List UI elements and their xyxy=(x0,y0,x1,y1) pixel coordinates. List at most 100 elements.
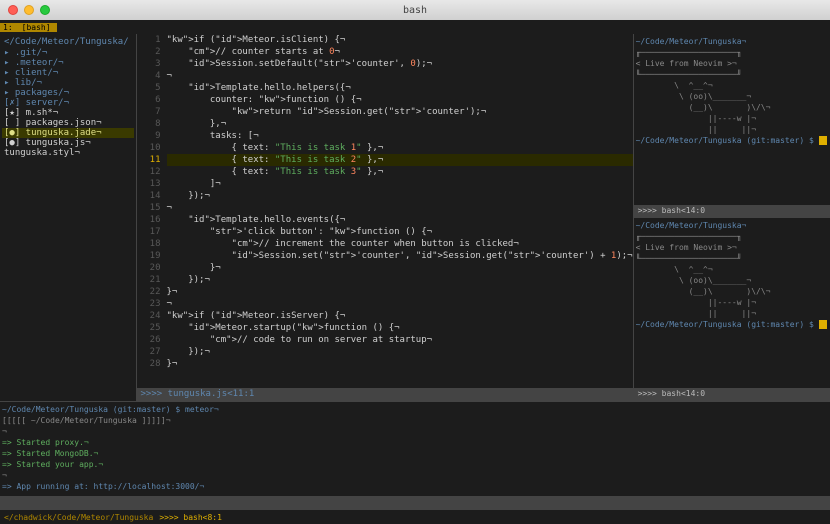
code-line[interactable]: "cm">// counter starts at 0¬ xyxy=(167,46,633,58)
folder-item[interactable]: ▸ client/¬ xyxy=(2,68,134,78)
right-column: ~/Code/Meteor/Tunguska¬ ╓───────────────… xyxy=(633,34,830,401)
cowsay-banner-line: ╓────────────────────╖ xyxy=(636,231,828,242)
line-number: 7 xyxy=(137,106,161,118)
maximize-button[interactable] xyxy=(40,5,50,15)
tmux-statusbar: </chadwick/Code/Meteor/Tunguska >>>> bas… xyxy=(0,510,830,524)
filetree-header: </Code/Meteor/Tunguska/ xyxy=(2,36,134,48)
editor-statusline: >>>> tunguska.js<11:1 xyxy=(137,388,633,401)
code-line[interactable]: "kw">if ("id">Meteor.isClient) {¬ xyxy=(167,34,633,46)
code-line[interactable]: "id">Template.hello.helpers({¬ xyxy=(167,82,633,94)
term2-status: >>>> bash<14:0 xyxy=(634,388,830,401)
code-line[interactable]: });¬ xyxy=(167,190,633,202)
term2-prompt[interactable]: ~/Code/Meteor/Tunguska (git:master) $ xyxy=(636,319,828,330)
cowsay-banner-line: < Live from Neovim >¬ xyxy=(636,242,828,253)
editor-status-left: >>>> tunguska.js<11:1 xyxy=(141,389,255,400)
code-line[interactable]: tasks: [¬ xyxy=(167,130,633,142)
code-line[interactable]: { text: "This is task 2" },¬ xyxy=(167,154,633,166)
traffic-lights xyxy=(8,5,50,15)
line-number: 20 xyxy=(137,262,161,274)
filetree-pane[interactable]: </Code/Meteor/Tunguska/ ▸ .git/¬▸ .meteo… xyxy=(0,34,137,401)
line-number: 28 xyxy=(137,358,161,370)
code-line[interactable]: ¬ xyxy=(167,298,633,310)
file-item[interactable]: [★] m.sh*¬ xyxy=(2,108,134,118)
cowsay-banner-line: ╓────────────────────╖ xyxy=(636,47,828,58)
file-item[interactable]: tunguska.styl¬ xyxy=(2,148,134,158)
cowsay-banner-line: \ ^__^¬ xyxy=(636,80,828,91)
folder-item[interactable]: ▸ .git/¬ xyxy=(2,48,134,58)
line-number: 1 xyxy=(137,34,161,46)
code-line[interactable]: ¬ xyxy=(167,70,633,82)
line-number: 17 xyxy=(137,226,161,238)
code-line[interactable]: "cm">// increment the counter when butto… xyxy=(167,238,633,250)
code-line[interactable]: "kw">return "id">Session.get("str">'coun… xyxy=(167,106,633,118)
bottom-output: => Started proxy.¬ xyxy=(2,437,828,448)
term2-path: ~/Code/Meteor/Tunguska¬ xyxy=(636,220,828,231)
bottom-output: ¬ xyxy=(2,470,828,481)
code-line[interactable]: },¬ xyxy=(167,118,633,130)
code-body[interactable]: "kw">if ("id">Meteor.isClient) {¬ "cm">/… xyxy=(167,34,633,388)
code-line[interactable]: "id">Session.setDefault("str">'counter',… xyxy=(167,58,633,70)
tab-label[interactable]: [bash] xyxy=(16,23,57,32)
code-line[interactable]: "cm">// code to run on server at startup… xyxy=(167,334,633,346)
line-number: 22 xyxy=(137,286,161,298)
main-area: </Code/Meteor/Tunguska/ ▸ .git/¬▸ .meteo… xyxy=(0,34,830,510)
close-button[interactable] xyxy=(8,5,18,15)
line-number: 18 xyxy=(137,238,161,250)
code-area[interactable]: 1234567891011121314151617181920212223242… xyxy=(137,34,633,388)
line-number: 9 xyxy=(137,130,161,142)
code-line[interactable]: ¬ xyxy=(167,202,633,214)
bottom-output: => Started MongoDB.¬ xyxy=(2,448,828,459)
file-item[interactable]: [●] tunguska.jade¬ xyxy=(2,128,134,138)
line-number: 8 xyxy=(137,118,161,130)
folder-item[interactable]: ▸ .meteor/¬ xyxy=(2,58,134,68)
minimize-button[interactable] xyxy=(24,5,34,15)
code-line[interactable]: counter: "kw">function () {¬ xyxy=(167,94,633,106)
cowsay-banner-line: ||----w |¬ xyxy=(636,297,828,308)
code-line[interactable]: });¬ xyxy=(167,274,633,286)
code-line[interactable]: { text: "This is task 3" },¬ xyxy=(167,166,633,178)
line-number: 15 xyxy=(137,202,161,214)
code-line[interactable]: { text: "This is task 1" },¬ xyxy=(167,142,633,154)
line-number: 12 xyxy=(137,166,161,178)
line-number: 3 xyxy=(137,58,161,70)
titlebar[interactable]: bash xyxy=(0,0,830,20)
code-line[interactable]: "kw">if ("id">Meteor.isServer) {¬ xyxy=(167,310,633,322)
line-number: 24 xyxy=(137,310,161,322)
code-line[interactable]: "id">Meteor.startup("kw">function () {¬ xyxy=(167,322,633,334)
folder-item[interactable]: [✗] server/¬ xyxy=(2,98,134,108)
tmux-tabbar[interactable]: 1: [bash] xyxy=(0,20,830,34)
folder-item[interactable]: ▸ lib/¬ xyxy=(2,78,134,88)
cursor-icon xyxy=(819,320,828,329)
code-line[interactable]: }¬ xyxy=(167,358,633,370)
term1-prompt[interactable]: ~/Code/Meteor/Tunguska (git:master) $ xyxy=(636,135,828,146)
status-position: >>>> bash<8:1 xyxy=(159,513,222,522)
bottom-output: => Started your app.¬ xyxy=(2,459,828,470)
file-item[interactable]: [●] tunguska.js¬ xyxy=(2,138,134,148)
editor-pane[interactable]: 1234567891011121314151617181920212223242… xyxy=(137,34,633,401)
cowsay-banner-line: \ ^__^¬ xyxy=(636,264,828,275)
cowsay-banner-line: ||----w |¬ xyxy=(636,113,828,124)
terminal-pane-1[interactable]: ~/Code/Meteor/Tunguska¬ ╓───────────────… xyxy=(634,34,830,205)
bottom-output: => App running at: http://localhost:3000… xyxy=(2,481,828,492)
code-line[interactable]: });¬ xyxy=(167,346,633,358)
line-number: 27 xyxy=(137,346,161,358)
code-line[interactable]: }¬ xyxy=(167,262,633,274)
code-line[interactable]: }¬ xyxy=(167,286,633,298)
terminal-pane-2[interactable]: ~/Code/Meteor/Tunguska¬ ╓───────────────… xyxy=(634,218,830,389)
line-number: 5 xyxy=(137,82,161,94)
cowsay-banner-line: \ (oo)\_______¬ xyxy=(636,275,828,286)
cursor-icon xyxy=(819,136,828,145)
code-line[interactable]: "id">Session.set("str">'counter', "id">S… xyxy=(167,250,633,262)
line-number: 26 xyxy=(137,334,161,346)
line-number: 16 xyxy=(137,214,161,226)
code-line[interactable]: "str">'click button': "kw">function () {… xyxy=(167,226,633,238)
cowsay-banner-line: ╙────────────────────╜ xyxy=(636,69,828,80)
file-item[interactable]: [ ] packages.json¬ xyxy=(2,118,134,128)
bottom-output: ¬ xyxy=(2,426,828,437)
line-number: 21 xyxy=(137,274,161,286)
code-line[interactable]: "id">Template.hello.events({¬ xyxy=(167,214,633,226)
term1-path: ~/Code/Meteor/Tunguska¬ xyxy=(636,36,828,47)
bottom-terminal-pane[interactable]: ~/Code/Meteor/Tunguska (git:master) $ me… xyxy=(0,401,830,496)
code-line[interactable]: ]¬ xyxy=(167,178,633,190)
folder-item[interactable]: ▸ packages/¬ xyxy=(2,88,134,98)
